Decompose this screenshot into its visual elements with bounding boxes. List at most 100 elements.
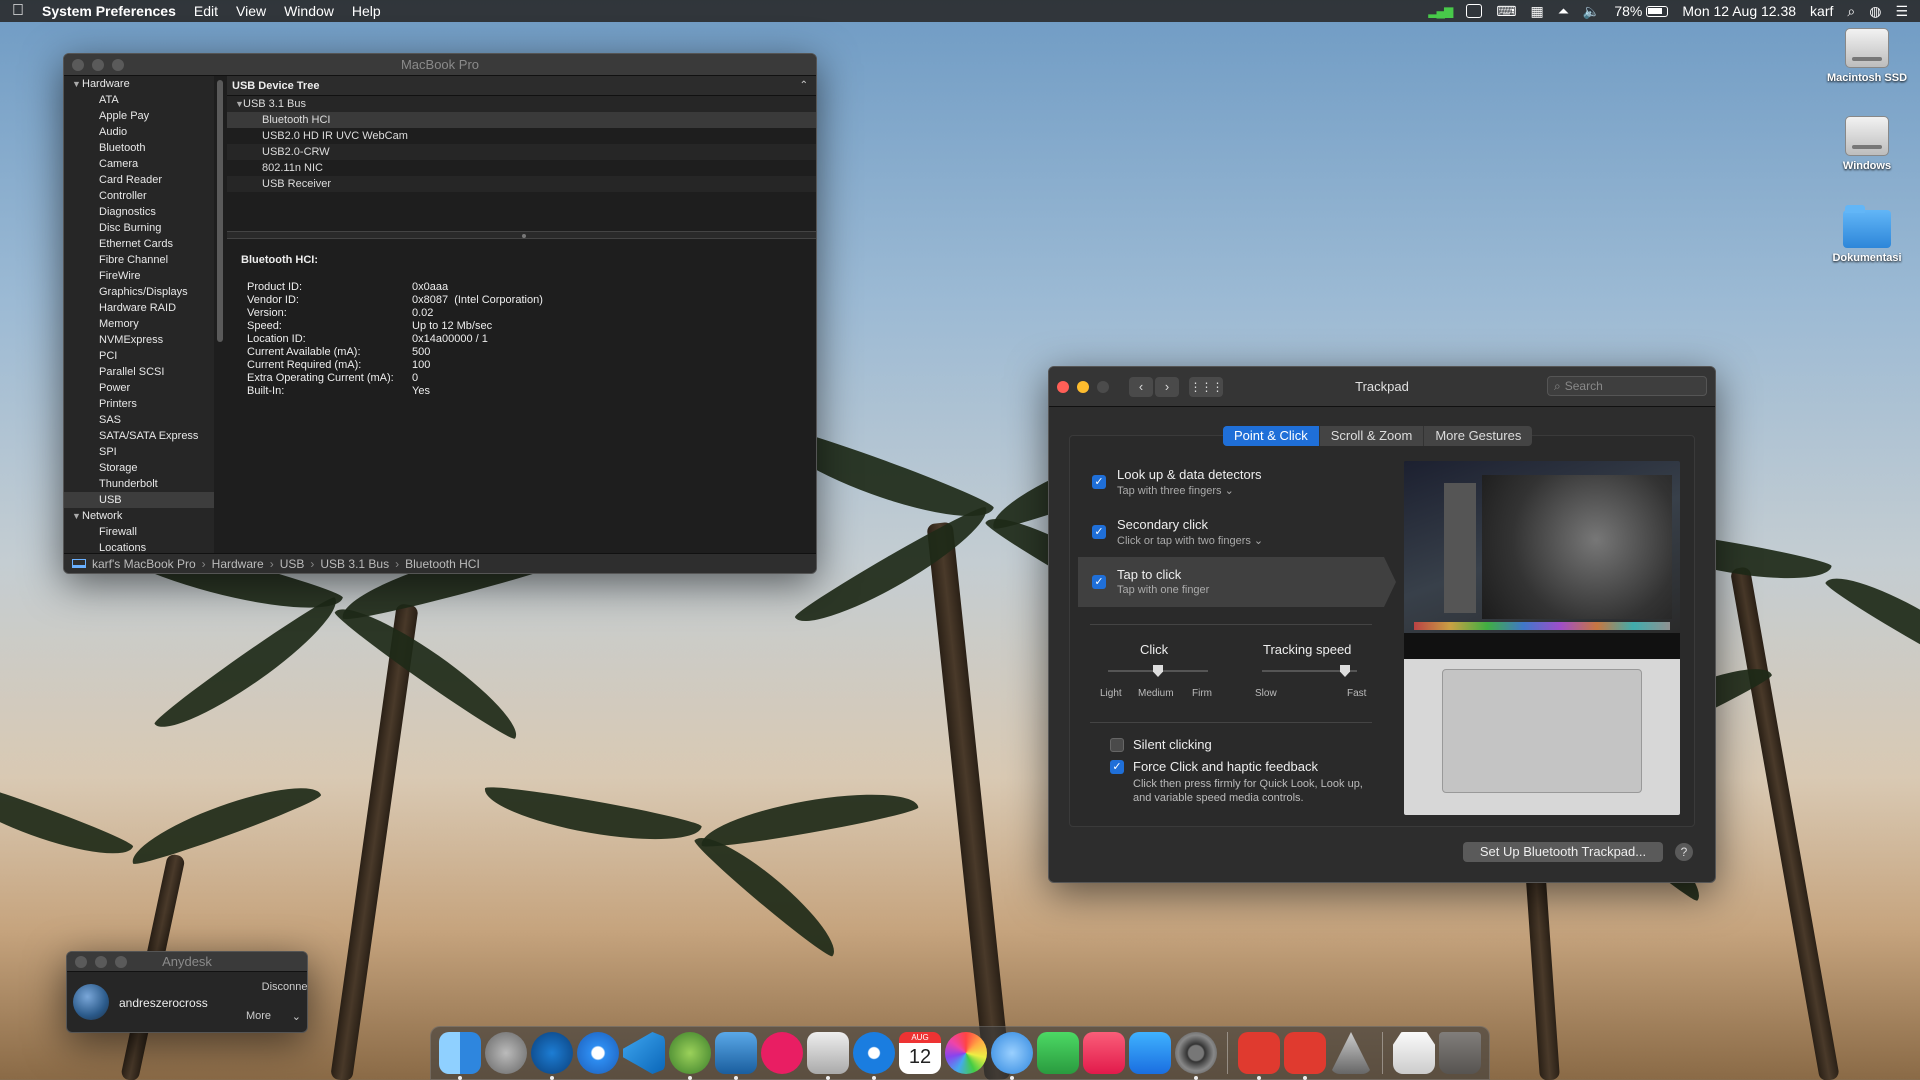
vscode-icon[interactable] bbox=[623, 1032, 665, 1074]
signal-icon[interactable]: ▂▄▆ bbox=[1428, 4, 1453, 18]
sidebar-item[interactable]: Diagnostics bbox=[64, 204, 214, 220]
sidebar-item[interactable]: Ethernet Cards bbox=[64, 236, 214, 252]
disclosure-triangle-icon[interactable]: ▼ bbox=[72, 511, 82, 521]
launchpad-icon[interactable] bbox=[485, 1032, 527, 1074]
minimize-button[interactable] bbox=[92, 58, 104, 71]
option-look-up[interactable]: ✓ Look up & data detectors Tap with three… bbox=[1078, 457, 1384, 507]
desktop-icon-macintosh-ssd[interactable]: Macintosh SSD bbox=[1822, 28, 1912, 84]
battery-icon[interactable] bbox=[1646, 5, 1669, 17]
calendar-icon[interactable]: AUG 12 bbox=[899, 1032, 941, 1074]
sidebar-item[interactable]: Card Reader bbox=[64, 172, 214, 188]
menu-view[interactable]: View bbox=[236, 3, 266, 19]
tree-row[interactable]: 802.11n NIC bbox=[227, 160, 816, 176]
wifi-icon[interactable]: ⏶ bbox=[1558, 3, 1569, 20]
tap-to-click-checkbox[interactable]: ✓ bbox=[1092, 575, 1106, 589]
anydesk-titlebar[interactable]: Anydesk bbox=[67, 952, 307, 972]
menu-help[interactable]: Help bbox=[352, 3, 381, 19]
forward-button[interactable]: › bbox=[1155, 376, 1179, 397]
zoom-button[interactable] bbox=[112, 58, 124, 71]
menu-edit[interactable]: Edit bbox=[194, 3, 218, 19]
apple-menu-icon[interactable]:  bbox=[12, 2, 42, 20]
sidebar-item[interactable]: Camera bbox=[64, 156, 214, 172]
breadcrumb-item[interactable]: USB 3.1 Bus bbox=[320, 557, 389, 571]
volume-icon[interactable]: 🔈 bbox=[1583, 3, 1600, 20]
tree-row[interactable]: USB2.0-CRW bbox=[227, 144, 816, 160]
breadcrumb-item[interactable]: Hardware bbox=[212, 557, 264, 571]
close-button[interactable] bbox=[75, 955, 87, 968]
disclosure-triangle-icon[interactable]: ▼ bbox=[72, 79, 82, 89]
teamviewer-icon[interactable] bbox=[853, 1032, 895, 1080]
sidebar-item[interactable]: Disc Burning bbox=[64, 220, 214, 236]
sidebar-item[interactable]: FireWire bbox=[64, 268, 214, 284]
tree-row[interactable]: USB Receiver bbox=[227, 176, 816, 192]
tree-row-bus[interactable]: ▼ USB 3.1 Bus bbox=[227, 96, 816, 112]
anydesk-2-icon[interactable] bbox=[1284, 1032, 1326, 1080]
option-secondary-click[interactable]: ✓ Secondary click Click or tap with two f… bbox=[1078, 507, 1384, 557]
force-click-checkbox[interactable]: ✓ bbox=[1110, 760, 1124, 774]
android-studio-icon[interactable] bbox=[669, 1032, 711, 1080]
sidebar-item[interactable]: SATA/SATA Express bbox=[64, 428, 214, 444]
tree-row[interactable]: USB2.0 HD IR UVC WebCam bbox=[227, 128, 816, 144]
sidebar-item[interactable]: ATA bbox=[64, 92, 214, 108]
look-up-checkbox[interactable]: ✓ bbox=[1092, 475, 1106, 489]
sidebar-item[interactable]: Locations bbox=[64, 540, 214, 553]
help-button[interactable]: ? bbox=[1675, 843, 1693, 861]
sidebar-item[interactable]: Controller bbox=[64, 188, 214, 204]
notification-center-icon[interactable]: ☰ bbox=[1895, 3, 1908, 20]
search-field[interactable]: ⌕ Search bbox=[1547, 376, 1707, 396]
messages-icon[interactable] bbox=[991, 1032, 1033, 1080]
sidebar-item[interactable]: Bluetooth bbox=[64, 140, 214, 156]
trash-icon[interactable] bbox=[1439, 1032, 1481, 1074]
sidebar-item-usb[interactable]: USB bbox=[64, 492, 214, 508]
scrollbar-thumb[interactable] bbox=[217, 80, 223, 342]
tab-more-gestures[interactable]: More Gestures bbox=[1424, 426, 1532, 446]
desktop-icon-dokumentasi[interactable]: Dokumentasi bbox=[1822, 205, 1912, 264]
close-button[interactable] bbox=[72, 58, 84, 71]
setup-bluetooth-trackpad-button[interactable]: Set Up Bluetooth Trackpad... bbox=[1463, 842, 1663, 862]
sidebar-item[interactable]: NVMExpress bbox=[64, 332, 214, 348]
keyboard-input-icon[interactable]: ⌨ bbox=[1496, 3, 1516, 20]
tab-scroll-zoom[interactable]: Scroll & Zoom bbox=[1320, 426, 1425, 446]
sidebar-item[interactable]: Memory bbox=[64, 316, 214, 332]
sidebar-item[interactable]: Parallel SCSI bbox=[64, 364, 214, 380]
activity-monitor-icon[interactable]: ▦ bbox=[1530, 3, 1543, 20]
click-slider-knob[interactable] bbox=[1153, 665, 1163, 677]
photos-icon[interactable] bbox=[945, 1032, 987, 1074]
sidebar-item[interactable]: Audio bbox=[64, 124, 214, 140]
chevron-down-icon[interactable]: ⌄ bbox=[292, 1010, 301, 1023]
disclosure-triangle-icon[interactable]: ▼ bbox=[235, 99, 244, 109]
option-gesture-dropdown[interactable]: Tap with three fingers ⌄ bbox=[1117, 484, 1262, 497]
breadcrumb-item[interactable]: Bluetooth HCI bbox=[405, 557, 480, 571]
sidebar-item[interactable]: Power bbox=[64, 380, 214, 396]
anydesk-icon[interactable] bbox=[1238, 1032, 1280, 1080]
silent-clicking-checkbox[interactable] bbox=[1110, 738, 1124, 752]
silent-clicking-row[interactable]: Silent clicking bbox=[1110, 737, 1212, 752]
back-button[interactable]: ‹ bbox=[1129, 376, 1153, 397]
secondary-click-checkbox[interactable]: ✓ bbox=[1092, 525, 1106, 539]
sidebar-item[interactable]: Storage bbox=[64, 460, 214, 476]
breadcrumb-item[interactable]: karf's MacBook Pro bbox=[92, 557, 196, 571]
battery-percent[interactable]: 78% bbox=[1614, 3, 1642, 19]
sysinfo-titlebar[interactable]: MacBook Pro bbox=[64, 54, 816, 76]
sidebar-item[interactable]: Apple Pay bbox=[64, 108, 214, 124]
show-all-grid-icon[interactable]: ⋮⋮⋮ bbox=[1189, 376, 1224, 397]
zoom-button[interactable] bbox=[115, 955, 127, 968]
app-store-icon[interactable] bbox=[1129, 1032, 1171, 1074]
spotlight-search-icon[interactable]: ⌕ bbox=[1847, 3, 1855, 20]
breadcrumb-item[interactable]: USB bbox=[280, 557, 305, 571]
flickr-icon[interactable] bbox=[761, 1032, 803, 1074]
more-button[interactable]: More bbox=[246, 1010, 271, 1022]
sidebar-item[interactable]: Hardware RAID bbox=[64, 300, 214, 316]
force-click-row[interactable]: ✓ Force Click and haptic feedback Click … bbox=[1110, 759, 1363, 805]
sidebar-item[interactable]: SAS bbox=[64, 412, 214, 428]
finder-icon[interactable] bbox=[439, 1032, 481, 1080]
safari-icon[interactable] bbox=[577, 1032, 619, 1074]
music-icon[interactable] bbox=[1083, 1032, 1125, 1074]
user-menu[interactable]: karf bbox=[1810, 3, 1833, 19]
archive-icon[interactable] bbox=[1393, 1032, 1435, 1074]
status-app-icon[interactable] bbox=[1466, 4, 1483, 18]
zoom-button[interactable] bbox=[1097, 380, 1109, 393]
sidebar-item[interactable]: Graphics/Displays bbox=[64, 284, 214, 300]
option-gesture-dropdown[interactable]: Click or tap with two fingers ⌄ bbox=[1117, 534, 1263, 547]
xcode-instruments-icon[interactable] bbox=[715, 1032, 757, 1080]
